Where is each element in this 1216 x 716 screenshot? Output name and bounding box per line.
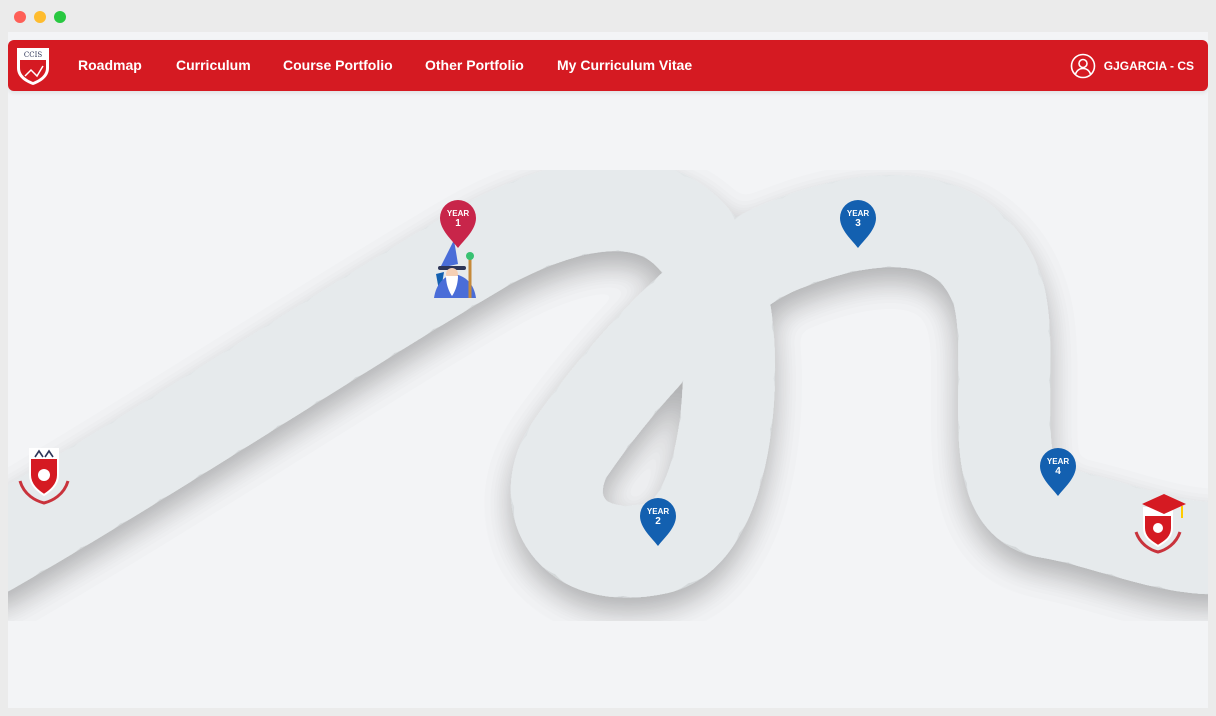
- marker-year-number: 3: [855, 218, 861, 229]
- close-window-button[interactable]: [14, 11, 26, 23]
- user-menu[interactable]: GJGARCIA - CS: [1070, 40, 1194, 91]
- nav-curriculum-link[interactable]: Curriculum: [176, 40, 251, 91]
- marker-year-number: 2: [655, 516, 661, 527]
- ccis-logo-icon[interactable]: CCIS: [15, 46, 51, 86]
- roadmap-canvas: YEAR1YEAR2YEAR3YEAR4: [8, 32, 1208, 708]
- marker-year-number: 1: [455, 218, 461, 229]
- marker-year-label: YEAR: [647, 507, 669, 516]
- nav-roadmap-link[interactable]: Roadmap: [78, 40, 142, 91]
- marker-year-label: YEAR: [847, 209, 869, 218]
- user-circle-icon: [1070, 53, 1096, 78]
- nav-other-portfolio-link[interactable]: Other Portfolio: [425, 40, 524, 91]
- marker-year-label: YEAR: [1047, 457, 1069, 466]
- window-titlebar: [0, 0, 1216, 32]
- marker-year-number: 4: [1055, 466, 1061, 477]
- road: [8, 205, 1208, 552]
- top-navbar: CCIS Roadmap Curriculum Course Portfolio…: [8, 40, 1208, 91]
- page-viewport: YEAR 1 YEAR 2 YEAR 3 YEAR 4 CCIS Roadmap Curric…: [8, 32, 1208, 708]
- user-label: GJGARCIA - CS: [1103, 58, 1194, 73]
- nav-curriculum-vitae-link[interactable]: My Curriculum Vitae: [557, 40, 692, 91]
- minimize-window-button[interactable]: [34, 11, 46, 23]
- marker-year-label: YEAR: [447, 209, 469, 218]
- maximize-window-button[interactable]: [54, 11, 66, 23]
- ccis-logo-text: CCIS: [24, 51, 42, 59]
- nav-course-portfolio-link[interactable]: Course Portfolio: [283, 40, 393, 91]
